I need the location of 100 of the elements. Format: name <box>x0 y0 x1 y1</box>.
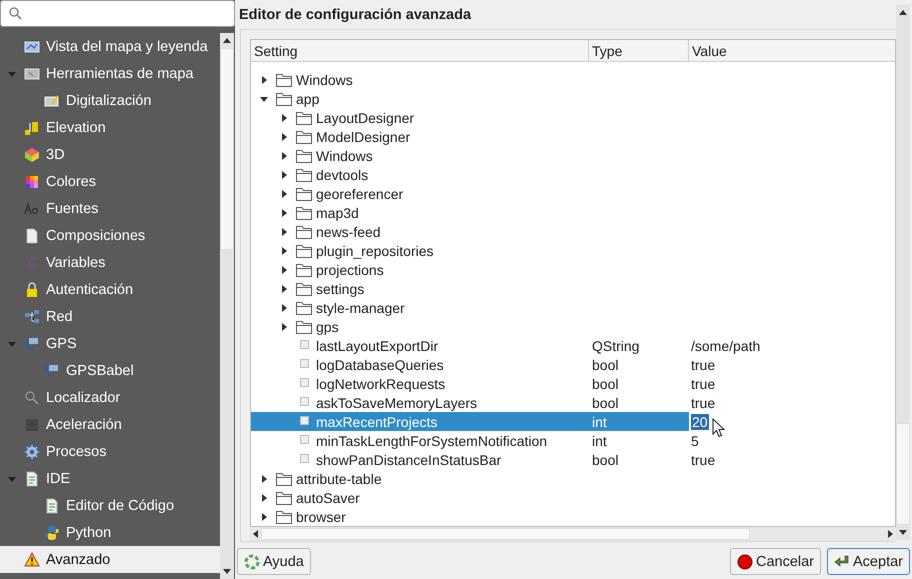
scroll-right-icon[interactable] <box>888 530 893 538</box>
collapse-arrow-icon[interactable] <box>260 94 268 102</box>
font-icon <box>24 200 40 216</box>
column-header[interactable]: Type <box>589 40 689 61</box>
expand-arrow-icon[interactable] <box>280 170 288 178</box>
sidebar-item[interactable]: Herramientas de mapa <box>0 60 220 87</box>
expand-arrow-icon[interactable] <box>260 76 268 84</box>
group-name: LayoutDesigner <box>316 110 414 126</box>
expand-arrow-icon[interactable] <box>280 152 288 160</box>
sidebar-item[interactable]: Red <box>0 303 220 330</box>
group-name: map3d <box>316 204 359 220</box>
group-name: georeferencer <box>316 186 404 202</box>
expand-arrow-icon[interactable] <box>280 322 288 330</box>
cube-icon <box>24 146 40 162</box>
expand-arrow-icon[interactable] <box>280 228 288 236</box>
setting-type: bool <box>592 376 618 392</box>
sidebar-item[interactable]: IDE <box>0 465 220 492</box>
folder-icon <box>296 186 312 200</box>
scroll-thumb[interactable] <box>261 528 750 540</box>
group-name: Windows <box>316 148 373 164</box>
expand-arrow-icon[interactable] <box>260 512 268 520</box>
setting-type: QString <box>592 338 640 354</box>
sidebar-item[interactable]: Colores <box>0 168 220 195</box>
sidebar-item[interactable]: GPSBabel <box>0 357 220 384</box>
setting-value: true <box>691 356 716 372</box>
group-name: app <box>296 90 320 106</box>
sidebar-item[interactable]: 3D <box>0 141 220 168</box>
sidebar-item[interactable]: Variables <box>0 249 220 276</box>
sidebar-item[interactable]: Avanzado <box>0 546 220 573</box>
scroll-down-icon[interactable] <box>223 569 231 574</box>
scroll-up-icon[interactable] <box>223 38 231 43</box>
sidebar-item[interactable]: Fuentes <box>0 195 220 222</box>
map-tools-icon <box>24 66 40 82</box>
network-icon <box>24 308 40 324</box>
search-icon <box>9 7 22 20</box>
help-button[interactable]: Ayuda <box>237 548 311 575</box>
warning-icon <box>24 552 40 568</box>
cancel-button[interactable]: Cancelar <box>730 548 822 575</box>
sidebar-item[interactable]: Python <box>0 519 220 546</box>
folder-icon <box>276 510 292 524</box>
sidebar-item[interactable]: Digitalización <box>0 87 220 114</box>
folder-icon <box>276 472 292 486</box>
return-arrow-icon <box>834 554 850 570</box>
setting-name: showPanDistanceInStatusBar <box>316 452 502 468</box>
expand-arrow-icon[interactable] <box>280 190 288 198</box>
sidebar-item[interactable]: Aceleración <box>0 411 220 438</box>
group-name: settings <box>316 280 364 296</box>
scroll-left-icon[interactable] <box>253 530 258 538</box>
expand-arrow-icon[interactable] <box>280 246 288 254</box>
folder-icon <box>296 244 312 258</box>
selected-row[interactable]: maxRecentProjects int 20 <box>251 412 895 431</box>
expand-arrow-icon[interactable] <box>280 266 288 274</box>
scrollbar[interactable] <box>250 527 896 541</box>
expand-arrow-icon[interactable] <box>280 132 288 140</box>
column-header[interactable]: Value <box>689 40 895 61</box>
sidebar-item[interactable]: Localizador <box>0 384 220 411</box>
sidebar-item[interactable]: Elevation <box>0 114 220 141</box>
column-header[interactable]: Setting <box>251 40 589 61</box>
elevation-icon <box>24 120 40 136</box>
group-name: projections <box>316 262 384 278</box>
scroll-up-icon[interactable] <box>899 10 907 15</box>
expand-arrow-icon[interactable] <box>280 208 288 216</box>
expand-arrow-icon[interactable] <box>280 304 288 312</box>
sidebar-item[interactable]: GPS <box>0 330 220 357</box>
value-editor[interactable]: 20 <box>691 412 709 431</box>
scroll-thumb[interactable] <box>220 48 234 250</box>
sidebar-item[interactable]: Composiciones <box>0 222 220 249</box>
scrollbar[interactable] <box>896 5 910 540</box>
sidebar-item[interactable]: Procesos <box>0 438 220 465</box>
search-field[interactable] <box>0 0 235 27</box>
setting-name: minTaskLengthForSystemNotification <box>316 432 548 448</box>
folder-icon <box>276 92 292 106</box>
setting-name: lastLayoutExportDir <box>316 338 438 354</box>
setting-value: 5 <box>691 432 699 448</box>
setting-type: bool <box>592 394 618 410</box>
scroll-down-icon[interactable] <box>899 530 907 535</box>
sidebar-item[interactable]: Vista del mapa y leyenda <box>0 33 220 60</box>
folder-icon <box>296 282 312 296</box>
satellite-icon <box>44 362 60 378</box>
folder-icon <box>296 206 312 220</box>
expand-arrow-icon[interactable] <box>260 474 268 482</box>
sidebar-item[interactable]: Editor de Código <box>0 492 220 519</box>
setting-name: askToSaveMemoryLayers <box>316 394 478 410</box>
group-name: news-feed <box>316 224 381 240</box>
scrollbar[interactable] <box>220 33 234 579</box>
expand-arrow-icon[interactable] <box>280 284 288 292</box>
setting-type: bool <box>592 356 618 372</box>
group-name: browser <box>296 508 346 524</box>
group-name: ModelDesigner <box>316 128 410 144</box>
expand-arrow-icon[interactable] <box>280 114 288 122</box>
setting-name: maxRecentProjects <box>316 414 438 430</box>
setting-type: bool <box>592 452 618 468</box>
pencil-map-icon <box>44 92 60 108</box>
scroll-thumb[interactable] <box>896 423 910 525</box>
satellite-icon <box>24 336 40 352</box>
accept-button[interactable]: Aceptar <box>827 548 910 575</box>
expand-arrow-icon[interactable] <box>260 494 268 502</box>
sidebar-item[interactable]: Autenticación <box>0 276 220 303</box>
folder-icon <box>296 224 312 238</box>
group-name: Windows <box>296 72 353 88</box>
